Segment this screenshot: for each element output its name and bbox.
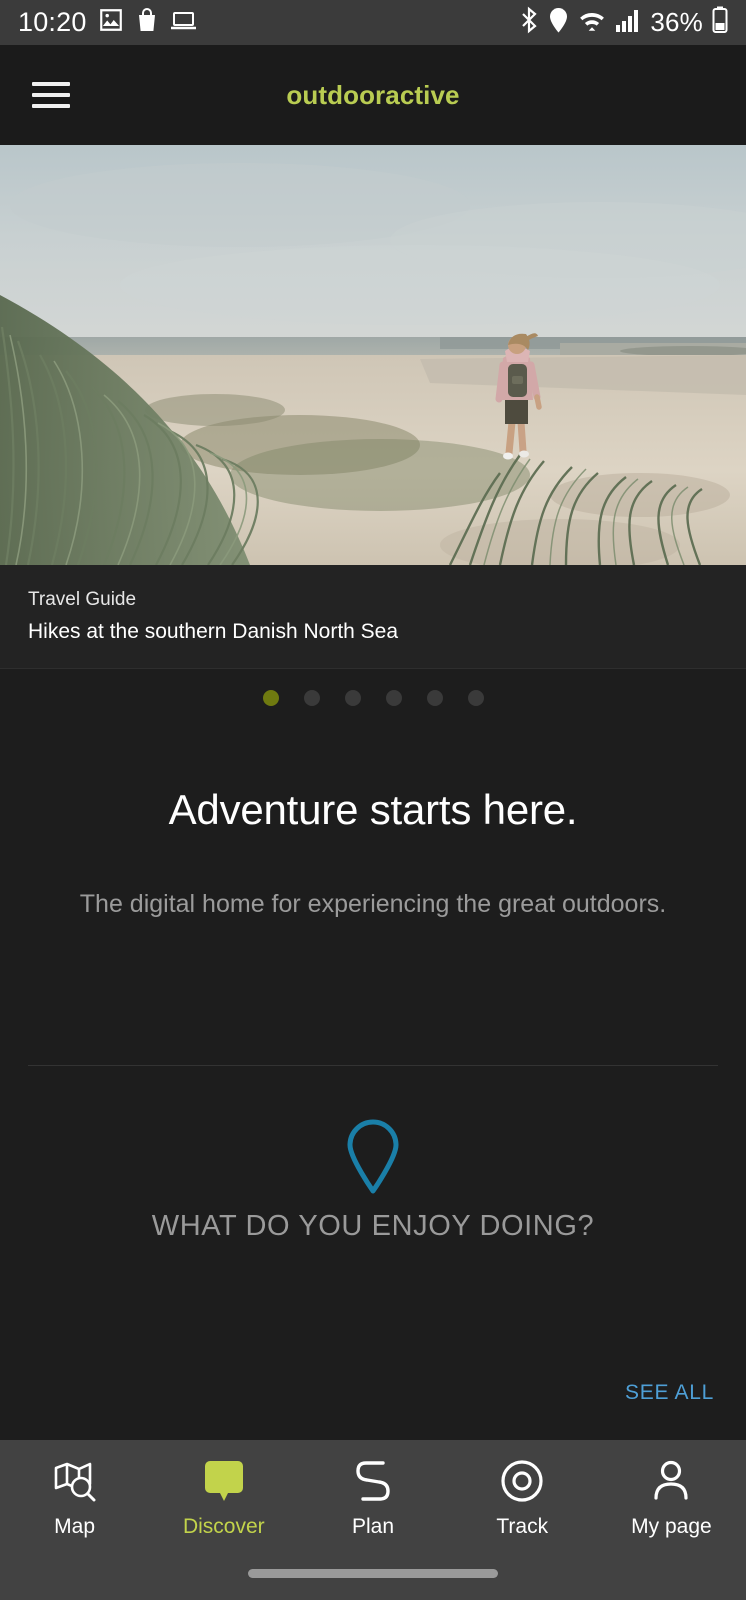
bluetooth-icon [519, 6, 539, 39]
person-icon [650, 1457, 692, 1505]
carousel-dot-1[interactable] [262, 690, 279, 706]
nav-item-track[interactable]: Track [448, 1457, 597, 1539]
target-circle-icon [499, 1457, 545, 1505]
page-subtitle: The digital home for experiencing the gr… [79, 890, 667, 918]
enjoy-section-title: WHAT DO YOU ENJOY DOING? [151, 1210, 595, 1242]
home-indicator[interactable] [248, 1569, 498, 1578]
signal-icon [615, 7, 641, 38]
hero-caption[interactable]: Travel Guide Hikes at the southern Danis… [0, 565, 746, 668]
app-logo: outdooractive [286, 79, 460, 110]
nav-label-my-page: My page [631, 1515, 712, 1538]
hamburger-menu-icon[interactable] [32, 82, 70, 108]
caption-title: Hikes at the southern Danish North Sea [28, 620, 399, 643]
nav-label-map: Map [54, 1515, 96, 1538]
nav-label-discover: Discover [182, 1515, 265, 1538]
carousel-dot-5[interactable] [426, 690, 443, 706]
location-icon [548, 7, 569, 39]
nav-label-plan: Plan [351, 1515, 395, 1538]
discover-marker-icon [203, 1457, 245, 1505]
nav-item-map[interactable]: Map [0, 1457, 149, 1539]
see-all-link[interactable]: SEE ALL [625, 1381, 714, 1405]
caption-kicker: Travel Guide [28, 589, 137, 610]
app-screen: 10:20 36% outdooractive Travel Guide Hik… [0, 0, 746, 1600]
status-bar-left: 10:20 [18, 7, 197, 38]
status-time: 10:20 [18, 7, 87, 37]
carousel-dot-6[interactable] [467, 690, 484, 706]
bottom-navigation: Map Discover Plan Track My page [0, 1440, 746, 1600]
page-title: Adventure starts here. [168, 786, 578, 833]
nav-label-track: Track [496, 1515, 549, 1538]
nav-item-my-page[interactable]: My page [597, 1457, 746, 1539]
route-path-icon [354, 1457, 392, 1505]
hero-image[interactable] [0, 145, 746, 565]
app-header: outdooractive [0, 45, 746, 145]
status-bar-right: 36% [519, 6, 728, 39]
wifi-icon [578, 7, 606, 38]
status-bar: 10:20 36% [0, 0, 746, 45]
section-divider [28, 1065, 718, 1066]
image-icon [98, 7, 124, 38]
bag-icon [135, 7, 159, 38]
carousel-dots[interactable] [0, 690, 746, 706]
laptop-icon [170, 8, 197, 37]
map-pin-icon [344, 1118, 402, 1194]
carousel-dot-4[interactable] [385, 690, 402, 706]
nav-item-plan[interactable]: Plan [298, 1457, 447, 1539]
caption-divider [0, 668, 746, 669]
carousel-dot-3[interactable] [344, 690, 361, 706]
carousel-dot-2[interactable] [303, 690, 320, 706]
battery-icon [712, 6, 728, 39]
nav-item-discover[interactable]: Discover [149, 1457, 298, 1539]
map-search-icon [52, 1457, 98, 1505]
battery-percent: 36% [650, 7, 703, 37]
